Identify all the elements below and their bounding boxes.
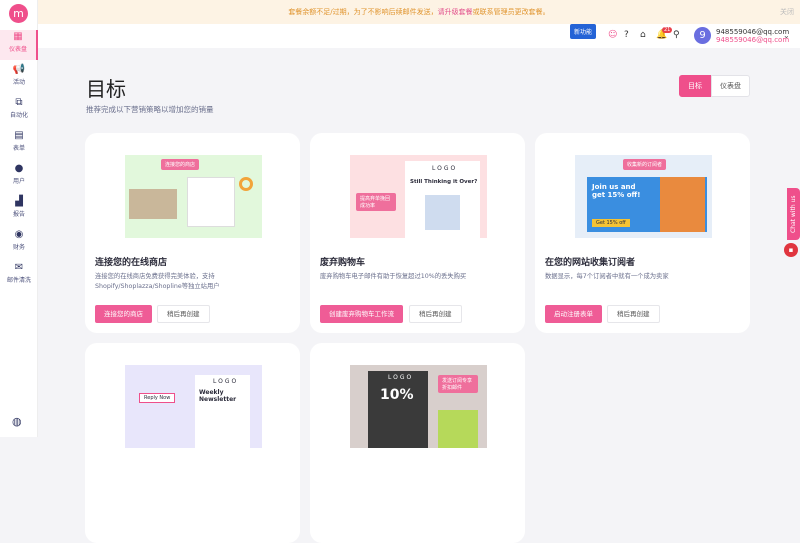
hierarchy-icon: ⧉: [15, 97, 23, 108]
banner-close-button[interactable]: 关闭: [780, 0, 794, 24]
tab-dashboard[interactable]: 仪表盘: [711, 75, 750, 97]
nav-label: 活动: [12, 79, 25, 86]
help-icon[interactable]: ?: [624, 30, 629, 40]
account-email-secondary[interactable]: 948559046@qq.com: [716, 36, 789, 44]
img-logo: LOGO: [432, 165, 458, 172]
card-illustration: LOGO 10% 发送订阅专享折扣邮件: [350, 365, 487, 448]
card-title: 在您的网站收集订阅者: [545, 258, 636, 268]
sidebar-item-finance[interactable]: ◉ 财务: [0, 228, 38, 258]
card-illustration: 收集新的订阅者 Join us and get 15% off! Get 15%…: [575, 155, 712, 238]
form-icon: ▤: [14, 130, 24, 141]
globe-icon[interactable]: ◍: [12, 415, 22, 428]
connect-store-button[interactable]: 连接您的商店: [95, 305, 152, 323]
later-button[interactable]: 稍后再创建: [157, 305, 210, 323]
moneybag-icon: ◉: [14, 229, 24, 240]
sidebar: m ▦ 仪表盘 📢 活动 ⧉ 自动化 ▤ 表单 ● 用户 ▟ 报告 ◉ 财务 ✉ 邮件清洗 ◍: [0, 0, 38, 437]
avatar[interactable]: 9: [694, 27, 711, 44]
sidebar-item-campaigns[interactable]: 📢 活动: [0, 63, 38, 93]
app-logo[interactable]: m: [9, 4, 28, 23]
sidebar-item-dashboard[interactable]: ▦ 仪表盘: [0, 30, 38, 60]
img-label: 连接您的商店: [161, 159, 200, 170]
banner-text2: 或联系管理员更改套餐。: [472, 8, 550, 16]
img-label: 发送订阅专享折扣邮件: [438, 375, 478, 393]
goal-card-newsletter: LOGO Weekly Newsletter Reply Now: [85, 343, 300, 543]
mail-clean-icon: ✉: [14, 262, 24, 273]
tab-goals[interactable]: 目标: [679, 75, 711, 97]
goal-card-store: 连接您的商店 连接您的在线商店 连接您的在线商店免费获得完美体验，支持Shopi…: [85, 133, 300, 333]
grid-icon: ▦: [13, 31, 23, 42]
start-form-button[interactable]: 启动注册表单: [545, 305, 602, 323]
img-logo: LOGO: [213, 378, 239, 385]
nav-label: 报告: [12, 211, 25, 218]
nav-label: 用户: [12, 178, 25, 185]
account-email[interactable]: 948559046@qq.com: [716, 28, 789, 36]
sidebar-item-forms[interactable]: ▤ 表单: [0, 129, 38, 159]
img-logo: LOGO: [388, 374, 414, 381]
notification-badge: 21: [662, 27, 673, 33]
view-tabs: 目标 仪表盘: [679, 75, 750, 97]
img-label: 收集新的订阅者: [623, 159, 667, 170]
img-button: Get 15% off: [592, 219, 630, 227]
sidebar-item-users[interactable]: ● 用户: [0, 162, 38, 192]
nav-label: 财务: [12, 244, 25, 251]
sidebar-item-automation[interactable]: ⧉ 自动化: [0, 96, 38, 126]
card-title: 连接您的在线商店: [95, 258, 168, 268]
create-workflow-button[interactable]: 创建废弃购物车工作流: [320, 305, 403, 323]
card-desc: 废弃购物车电子邮件有助于恢复超过10%的丢失购买: [320, 273, 467, 280]
card-desc: 连接您的在线商店免费获得完美体验，支持Shopify/Shoplazza/Sho…: [95, 273, 220, 290]
card-title: 废弃购物车: [320, 258, 366, 268]
img-text: Still Thinking it Over?: [410, 179, 478, 185]
goal-card-subscribers: 收集新的订阅者 Join us and get 15% off! Get 15%…: [535, 133, 750, 333]
chevron-down-icon[interactable]: ⌄: [783, 31, 790, 40]
megaphone-icon: 📢: [12, 64, 26, 75]
img-text: Join us and get 15% off!: [592, 183, 641, 199]
nav-label: 表单: [12, 145, 25, 152]
img-text: 10%: [380, 387, 414, 403]
nav-label: 仪表盘: [8, 46, 27, 53]
img-pill: Reply Now: [139, 393, 176, 403]
card-desc: 数据显示，每7个订阅者中就有一个成为卖家: [545, 273, 669, 280]
sidebar-item-reports[interactable]: ▟ 报告: [0, 195, 38, 225]
later-button[interactable]: 稍后再创建: [409, 305, 462, 323]
chat-bubble-icon[interactable]: ▪: [784, 243, 798, 257]
banner-text: 套餐余额不足/过期，为了不影响后续邮件发送，: [288, 8, 438, 16]
user-icon: ●: [14, 163, 24, 174]
notice-banner: 套餐余额不足/过期，为了不影响后续邮件发送，请升级套餐或联系管理员更改套餐。 关…: [38, 0, 800, 24]
card-illustration: LOGO Still Thinking it Over? 提高弃单挽回成功率: [350, 155, 487, 238]
goal-card-discount: LOGO 10% 发送订阅专享折扣邮件: [310, 343, 525, 543]
support-icon[interactable]: ☺: [608, 30, 617, 40]
goal-card-abandoned-cart: LOGO Still Thinking it Over? 提高弃单挽回成功率 废…: [310, 133, 525, 333]
home-icon[interactable]: ⌂: [640, 30, 646, 40]
signal-icon[interactable]: ⚲: [673, 30, 680, 40]
img-text: Weekly Newsletter: [199, 389, 237, 403]
card-illustration: 连接您的商店: [125, 155, 262, 238]
nav-label: 邮件清洗: [6, 277, 31, 284]
new-feature-button[interactable]: 新功能: [570, 24, 597, 39]
sidebar-item-mail-clean[interactable]: ✉ 邮件清洗: [0, 261, 38, 291]
top-header: [38, 24, 800, 48]
upgrade-link[interactable]: 请升级套餐: [438, 8, 473, 16]
nav-label: 自动化: [9, 112, 28, 119]
img-label: 提高弃单挽回成功率: [356, 193, 396, 211]
page-title: 目标: [86, 77, 126, 101]
chart-icon: ▟: [15, 196, 23, 207]
page-subtitle: 推荐完成以下营销策略以增加您的销量: [86, 105, 214, 114]
card-illustration: LOGO Weekly Newsletter Reply Now: [125, 365, 262, 448]
later-button[interactable]: 稍后再创建: [607, 305, 660, 323]
chat-with-us-tab[interactable]: Chat with us: [787, 188, 800, 240]
